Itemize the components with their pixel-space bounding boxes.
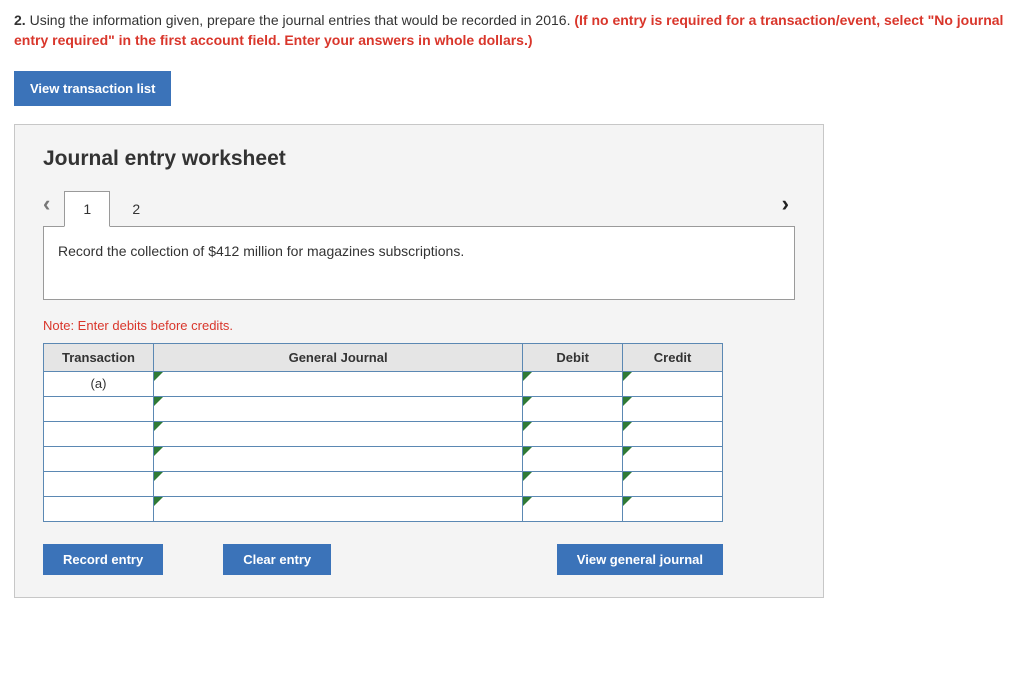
- dropdown-indicator-icon: [523, 372, 532, 381]
- general-journal-input[interactable]: [154, 372, 522, 396]
- table-row: [44, 396, 723, 421]
- question-number: 2.: [14, 12, 26, 28]
- dropdown-indicator-icon: [154, 472, 163, 481]
- question-body: Using the information given, prepare the…: [30, 12, 571, 28]
- tab-2-label: 2: [132, 201, 140, 217]
- cell-debit[interactable]: [523, 421, 623, 446]
- cell-transaction: [44, 421, 154, 446]
- dropdown-indicator-icon: [154, 422, 163, 431]
- credit-input[interactable]: [623, 397, 722, 421]
- debit-input[interactable]: [523, 397, 622, 421]
- view-general-journal-button[interactable]: View general journal: [557, 544, 723, 575]
- credit-input[interactable]: [623, 472, 722, 496]
- table-row: [44, 496, 723, 521]
- cell-credit[interactable]: [623, 371, 723, 396]
- col-general-journal: General Journal: [153, 343, 522, 371]
- record-entry-button[interactable]: Record entry: [43, 544, 163, 575]
- table-row: [44, 446, 723, 471]
- general-journal-input[interactable]: [154, 497, 522, 521]
- cell-general-journal[interactable]: [153, 371, 522, 396]
- cell-credit[interactable]: [623, 496, 723, 521]
- chevron-left-icon[interactable]: ‹: [43, 187, 58, 227]
- general-journal-input[interactable]: [154, 397, 522, 421]
- view-transaction-list-button[interactable]: View transaction list: [14, 71, 171, 106]
- dropdown-indicator-icon: [523, 497, 532, 506]
- dropdown-indicator-icon: [154, 397, 163, 406]
- dropdown-indicator-icon: [623, 397, 632, 406]
- dropdown-indicator-icon: [154, 372, 163, 381]
- col-debit: Debit: [523, 343, 623, 371]
- dropdown-indicator-icon: [623, 472, 632, 481]
- cell-debit[interactable]: [523, 471, 623, 496]
- worksheet-panel: Journal entry worksheet ‹ 1 2 › Record t…: [14, 124, 824, 598]
- cell-transaction: [44, 446, 154, 471]
- cell-general-journal[interactable]: [153, 421, 522, 446]
- dropdown-indicator-icon: [523, 472, 532, 481]
- dropdown-indicator-icon: [154, 447, 163, 456]
- journal-table: Transaction General Journal Debit Credit…: [43, 343, 723, 522]
- dropdown-indicator-icon: [154, 497, 163, 506]
- cell-transaction: [44, 471, 154, 496]
- dropdown-indicator-icon: [623, 447, 632, 456]
- debit-input[interactable]: [523, 422, 622, 446]
- general-journal-input[interactable]: [154, 472, 522, 496]
- cell-general-journal[interactable]: [153, 471, 522, 496]
- dropdown-indicator-icon: [523, 447, 532, 456]
- general-journal-input[interactable]: [154, 447, 522, 471]
- tab-2[interactable]: 2: [116, 191, 156, 227]
- col-transaction: Transaction: [44, 343, 154, 371]
- debit-input[interactable]: [523, 497, 622, 521]
- debit-input[interactable]: [523, 372, 622, 396]
- dropdown-indicator-icon: [523, 422, 532, 431]
- table-row: [44, 471, 723, 496]
- transaction-description: Record the collection of $412 million fo…: [43, 226, 795, 300]
- credit-input[interactable]: [623, 447, 722, 471]
- credit-input[interactable]: [623, 422, 722, 446]
- table-row: (a): [44, 371, 723, 396]
- transaction-description-text: Record the collection of $412 million fo…: [58, 243, 464, 259]
- cell-transaction: [44, 496, 154, 521]
- cell-transaction: (a): [44, 371, 154, 396]
- cell-general-journal[interactable]: [153, 496, 522, 521]
- note-text: Note: Enter debits before credits.: [43, 318, 795, 333]
- chevron-right-icon[interactable]: ›: [774, 187, 795, 227]
- table-row: [44, 421, 723, 446]
- dropdown-indicator-icon: [523, 397, 532, 406]
- cell-debit[interactable]: [523, 396, 623, 421]
- credit-input[interactable]: [623, 372, 722, 396]
- cell-debit[interactable]: [523, 371, 623, 396]
- cell-credit[interactable]: [623, 446, 723, 471]
- clear-entry-button[interactable]: Clear entry: [223, 544, 331, 575]
- question-text: 2. Using the information given, prepare …: [14, 10, 1010, 51]
- debit-input[interactable]: [523, 447, 622, 471]
- col-credit: Credit: [623, 343, 723, 371]
- pager: ‹ 1 2 ›: [43, 187, 795, 227]
- debit-input[interactable]: [523, 472, 622, 496]
- cell-debit[interactable]: [523, 496, 623, 521]
- general-journal-input[interactable]: [154, 422, 522, 446]
- cell-debit[interactable]: [523, 446, 623, 471]
- cell-general-journal[interactable]: [153, 446, 522, 471]
- worksheet-title: Journal entry worksheet: [43, 147, 795, 171]
- credit-input[interactable]: [623, 497, 722, 521]
- tab-1-label: 1: [83, 201, 91, 217]
- cell-general-journal[interactable]: [153, 396, 522, 421]
- cell-credit[interactable]: [623, 421, 723, 446]
- action-row: Record entry Clear entry View general jo…: [43, 544, 723, 575]
- dropdown-indicator-icon: [623, 422, 632, 431]
- dropdown-indicator-icon: [623, 497, 632, 506]
- tab-1[interactable]: 1: [64, 191, 110, 227]
- dropdown-indicator-icon: [623, 372, 632, 381]
- cell-credit[interactable]: [623, 396, 723, 421]
- cell-credit[interactable]: [623, 471, 723, 496]
- cell-transaction: [44, 396, 154, 421]
